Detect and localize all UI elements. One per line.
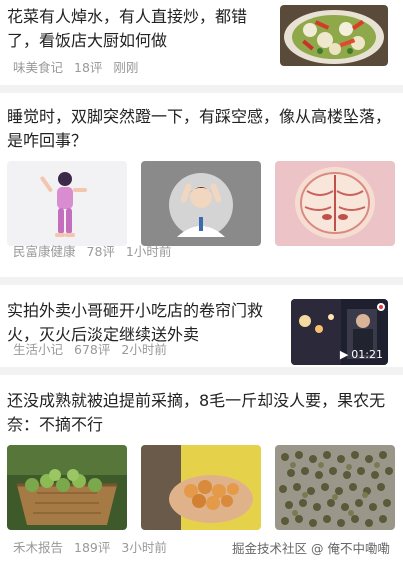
article-meta: 味美食记 18评 刚刚	[13, 57, 138, 76]
comment-count: 18评	[74, 60, 103, 75]
publish-time: 1小时前	[125, 244, 172, 259]
hand-holding-fruit-photo	[141, 445, 261, 530]
feed-item[interactable]: 花菜有人焯水，有人直接炒，都错了，看饭店大厨如何做 味美食记 18评 刚刚	[0, 0, 403, 85]
comment-count: 189评	[74, 540, 111, 555]
woman-stretching-illustration	[7, 161, 127, 246]
article-meta: 民富康健康 78评 1小时前	[13, 241, 171, 260]
article-title: 睡觉时，双脚突然蹬一下，有踩空感，像从高楼坠落，是咋回事？	[7, 107, 392, 150]
comment-count: 78评	[86, 244, 115, 259]
image-row	[7, 445, 396, 530]
image-row	[7, 161, 396, 246]
source-name: 生活小记	[13, 342, 64, 357]
doctor-holding-head-illustration	[141, 161, 261, 246]
brain-cross-section-illustration	[275, 161, 395, 246]
feed-item[interactable]: 睡觉时，双脚突然蹬一下，有踩空感，像从高楼坠落，是咋回事？ 民富康健康 78评 …	[0, 93, 403, 277]
watermark: 掘金技术社区 @ 俺不中嘞嘞	[232, 541, 390, 556]
video-duration: ▶ 01:21	[339, 348, 383, 361]
publish-time: 刚刚	[113, 60, 139, 75]
cauliflower-dish-photo	[280, 5, 388, 66]
dried-fruit-pile-photo	[275, 445, 395, 530]
feed-item[interactable]: 还没成熟就被迫提前采摘，8毛一斤却没人要，果农无奈：不摘不行 禾木报告 189评…	[0, 375, 403, 565]
play-icon: ▶	[339, 348, 349, 361]
article-title: 还没成熟就被迫提前采摘，8毛一斤却没人要，果农无奈：不摘不行	[7, 391, 386, 434]
night-fire-video-thumbnail[interactable]: ▶ 01:21	[291, 299, 388, 365]
source-name: 民富康健康	[13, 244, 76, 259]
fruit-basket-photo	[7, 445, 127, 530]
publish-time: 3小时前	[121, 540, 167, 555]
feed-divider	[0, 85, 403, 93]
comment-count: 678评	[74, 342, 111, 357]
feed-divider	[0, 367, 403, 375]
source-name: 味美食记	[13, 60, 64, 75]
publish-time: 2小时前	[121, 342, 167, 357]
article-meta: 生活小记 678评 2小时前	[13, 339, 167, 358]
feed-divider	[0, 277, 403, 285]
article-title: 花菜有人焯水，有人直接炒，都错了，看饭店大厨如何做	[7, 7, 248, 50]
feed-item[interactable]: 实拍外卖小哥砸开小吃店的卷帘门救火，灭火后淡定继续送外卖 生活小记 678评 2…	[0, 285, 403, 367]
source-name: 禾木报告	[13, 540, 64, 555]
article-meta: 禾木报告 189评 3小时前	[13, 537, 167, 556]
